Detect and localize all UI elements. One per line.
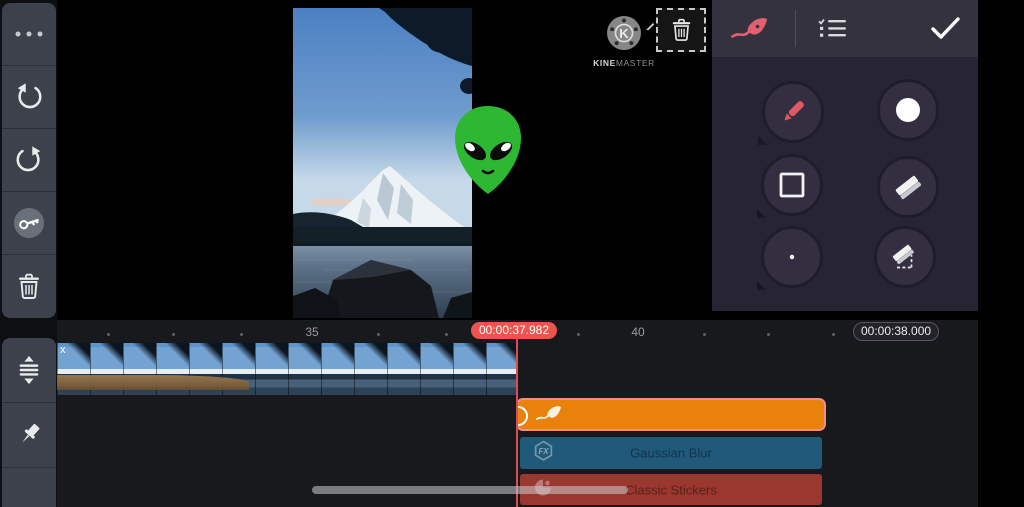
- pen-tool-button[interactable]: [762, 81, 824, 143]
- ruler-tick: [107, 333, 110, 336]
- video-preview: K KINEMASTER: [57, 0, 712, 320]
- ruler-tick: [377, 333, 380, 336]
- erase-all-button[interactable]: [874, 226, 936, 288]
- rectangle-tool-button[interactable]: [761, 154, 823, 216]
- key-icon: [13, 207, 45, 239]
- handwriting-clip[interactable]: [516, 398, 826, 431]
- toolbar-divider: [795, 10, 796, 47]
- kinemaster-watermark: K KINEMASTER: [586, 14, 662, 68]
- ruler-tick: [703, 333, 706, 336]
- total-duration-badge: 00:00:38.000: [853, 322, 939, 341]
- trash-icon: [17, 273, 41, 300]
- pin-button[interactable]: [2, 403, 56, 468]
- ruler-tick: [767, 333, 770, 336]
- logo-letter: K: [619, 26, 629, 41]
- handwriting-clip-brush-icon: [535, 404, 563, 428]
- drawing-panel: [712, 57, 978, 311]
- ellipsis-icon: [14, 30, 44, 38]
- video-frame: [293, 8, 472, 318]
- ruler-tick: [832, 333, 835, 336]
- lake-mountain-scene: [293, 8, 472, 318]
- option-list-icon: [818, 17, 847, 40]
- sidebar-filler: [2, 468, 56, 507]
- expand-options-mark: [758, 136, 767, 145]
- clip-speed-label: x: [60, 344, 66, 356]
- color-swatch-button[interactable]: [877, 79, 939, 141]
- trash-icon: [671, 18, 692, 42]
- white-color-swatch-icon: [893, 95, 923, 125]
- alien-sticker[interactable]: [453, 104, 523, 200]
- ruler-tick: [445, 333, 448, 336]
- confirm-button[interactable]: [930, 15, 961, 46]
- sidebar-group-main: [2, 3, 56, 318]
- layer-toolbar: [712, 0, 978, 57]
- playhead-line: [516, 324, 518, 507]
- handwriting-tool-button[interactable]: [730, 15, 770, 47]
- current-time-badge: 00:00:37.982: [471, 322, 557, 339]
- pencil-icon: [778, 97, 808, 127]
- checkmark-icon: [930, 15, 961, 41]
- timeline-expand-button[interactable]: [2, 338, 56, 403]
- thumbnail-rocks: [57, 375, 249, 390]
- timeline: 35 40 00:00:37.982 00:00:38.000 x: [57, 320, 978, 507]
- expand-tracks-icon: [14, 354, 44, 386]
- square-icon: [777, 170, 807, 200]
- ruler-label-35: 35: [305, 325, 318, 339]
- expand-options-mark: [757, 281, 766, 290]
- timeline-horizontal-scrollbar[interactable]: [312, 486, 628, 494]
- erase-all-icon: [890, 242, 920, 272]
- handwriting-brush-icon: [730, 15, 770, 42]
- gaussian-blur-clip[interactable]: FX Gaussian Blur: [520, 437, 822, 469]
- keyframe-button[interactable]: [2, 192, 56, 255]
- ruler-tick: [172, 333, 175, 336]
- expand-options-mark: [757, 209, 766, 218]
- eraser-icon: [893, 172, 923, 202]
- undo-button[interactable]: [2, 66, 56, 129]
- delete-layer-callout-button[interactable]: [656, 8, 706, 52]
- dot-icon: [777, 242, 807, 272]
- eraser-tool-button[interactable]: [877, 156, 939, 218]
- pin-icon: [14, 420, 44, 450]
- kinemaster-logo-icon: K: [605, 14, 643, 52]
- delete-button[interactable]: [2, 255, 56, 317]
- layer-option-list-button[interactable]: [818, 17, 847, 45]
- stroke-size-button[interactable]: [761, 226, 823, 288]
- left-sidebar: [0, 0, 57, 507]
- effect-clip-label: Gaussian Blur: [520, 446, 822, 461]
- video-clip-track[interactable]: x: [57, 343, 516, 395]
- sidebar-group-secondary: [2, 338, 56, 507]
- redo-button[interactable]: [2, 129, 56, 192]
- redo-icon: [14, 145, 44, 175]
- kinemaster-app: K KINEMASTER: [0, 0, 1024, 507]
- alien-head-icon: [453, 104, 523, 200]
- ruler-label-40: 40: [631, 325, 644, 339]
- watermark-text: KINEMASTER: [586, 58, 662, 68]
- ruler-tick: [240, 333, 243, 336]
- ruler-tick: [577, 333, 580, 336]
- more-options-button[interactable]: [2, 3, 56, 66]
- undo-icon: [14, 82, 44, 112]
